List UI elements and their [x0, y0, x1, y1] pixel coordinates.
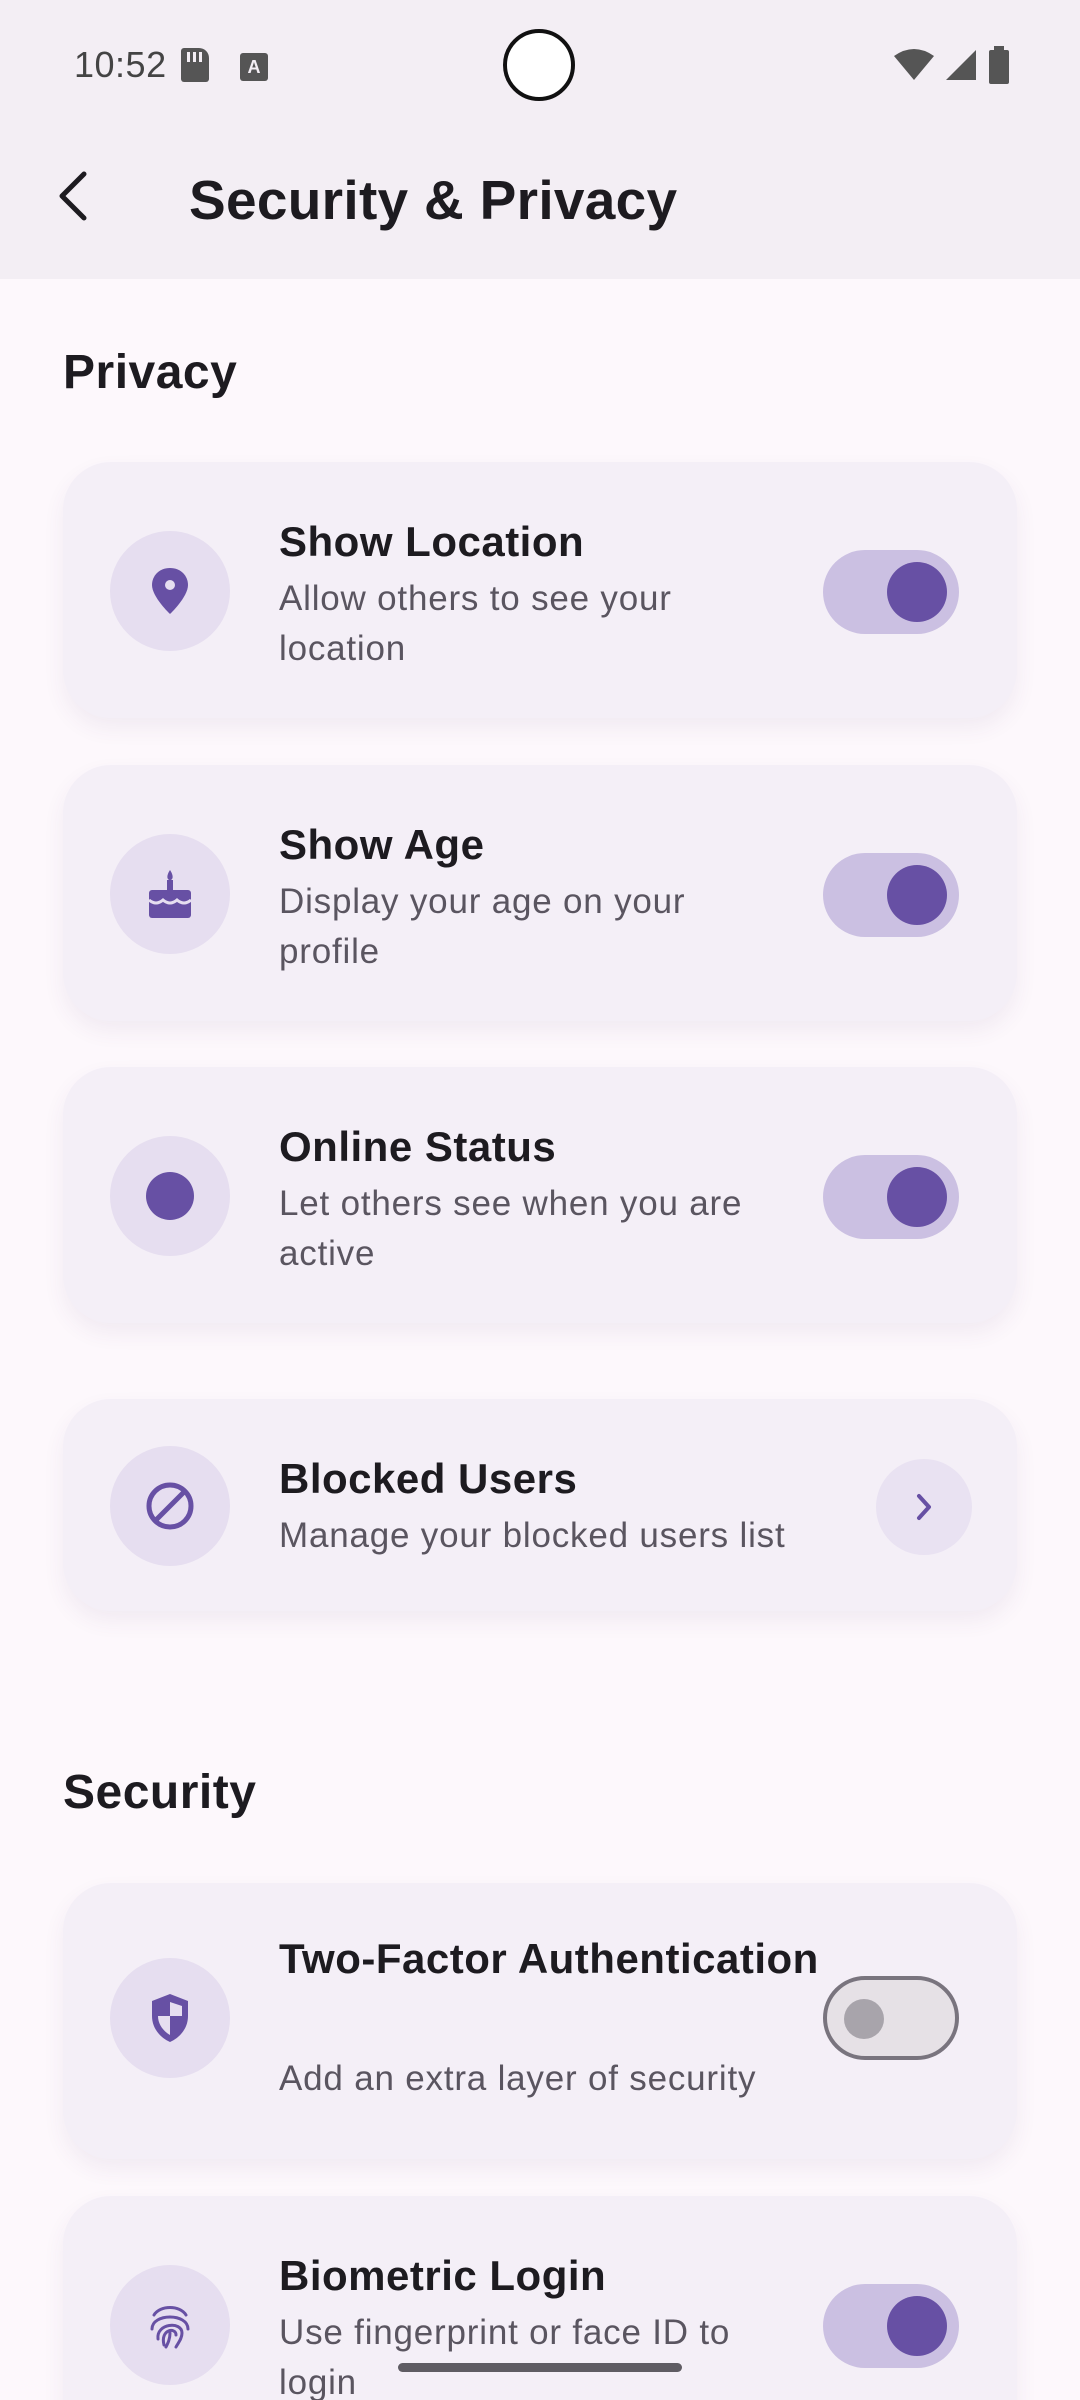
icon-circle	[110, 834, 230, 954]
blocked-users-chevron-button[interactable]	[876, 1459, 972, 1555]
setting-description: Use fingerprint or face ID to login	[279, 2313, 731, 2400]
setting-title: Biometric Login	[279, 2252, 607, 2299]
icon-circle	[110, 2265, 230, 2385]
section-title-security: Security	[63, 1766, 257, 1819]
setting-title: Show Age	[279, 821, 485, 868]
status-time: 10:52	[74, 44, 167, 85]
toggle-knob	[887, 865, 947, 925]
online-status-toggle[interactable]	[823, 1155, 959, 1239]
setting-description: Let others see when you are active	[279, 1184, 743, 1273]
status-icons	[894, 46, 1010, 84]
wifi-icon	[894, 49, 934, 80]
shield-icon	[152, 1994, 188, 2042]
setting-card-online-status[interactable]: Online Status Let others see when you ar…	[63, 1067, 1017, 1323]
home-indicator[interactable]	[398, 2363, 682, 2372]
toggle-knob	[887, 1167, 947, 1227]
setting-description: Add an extra layer of security	[279, 2059, 757, 2098]
setting-card-blocked-users[interactable]: Blocked Users Manage your blocked users …	[63, 1399, 1017, 1611]
online-dot-icon	[146, 1172, 194, 1220]
battery-icon	[989, 46, 1009, 84]
location-pin-icon	[152, 568, 188, 614]
camera-cutout	[503, 29, 575, 101]
signal-icon	[946, 50, 976, 80]
back-arrow-icon	[59, 171, 87, 221]
toggle-knob	[887, 2296, 947, 2356]
status-bar: 10:52 A	[0, 0, 1080, 132]
setting-title: Blocked Users	[279, 1455, 578, 1502]
sd-card-icon	[181, 48, 209, 82]
setting-card-show-age[interactable]: Show Age Display your age on your profil…	[63, 765, 1017, 1021]
keyboard-a-icon: A	[240, 53, 268, 81]
page-title: Security & Privacy	[189, 169, 678, 231]
icon-circle	[110, 531, 230, 651]
setting-description: Display your age on your profile	[279, 882, 686, 971]
setting-title: Online Status	[279, 1123, 557, 1170]
screen: 10:52 A Security & Privacy Privacy Show …	[0, 0, 1080, 2400]
setting-description: Manage your blocked users list	[279, 1516, 786, 1555]
block-icon	[146, 1482, 194, 1530]
toggle-knob	[844, 1999, 884, 2039]
two-factor-toggle[interactable]	[823, 1976, 959, 2060]
section-title-privacy: Privacy	[63, 346, 238, 399]
cake-icon	[148, 870, 192, 918]
setting-card-two-factor[interactable]: Two-Factor Authentication Add an extra l…	[63, 1883, 1017, 2159]
fingerprint-icon	[150, 2306, 190, 2349]
app-bar: Security & Privacy	[0, 132, 1080, 279]
setting-card-show-location[interactable]: Show Location Allow others to see your l…	[63, 462, 1017, 718]
icon-circle	[110, 1958, 230, 2078]
toggle-knob	[887, 562, 947, 622]
setting-title: Show Location	[279, 518, 585, 565]
setting-description: Allow others to see your location	[279, 579, 672, 668]
icon-circle	[110, 1136, 230, 1256]
chevron-right-icon	[917, 1494, 931, 1520]
show-location-toggle[interactable]	[823, 550, 959, 634]
biometric-login-toggle[interactable]	[823, 2284, 959, 2368]
icon-circle	[110, 1446, 230, 1566]
show-age-toggle[interactable]	[823, 853, 959, 937]
back-button[interactable]	[40, 162, 108, 230]
setting-title: Two-Factor Authentication	[279, 1935, 819, 1982]
